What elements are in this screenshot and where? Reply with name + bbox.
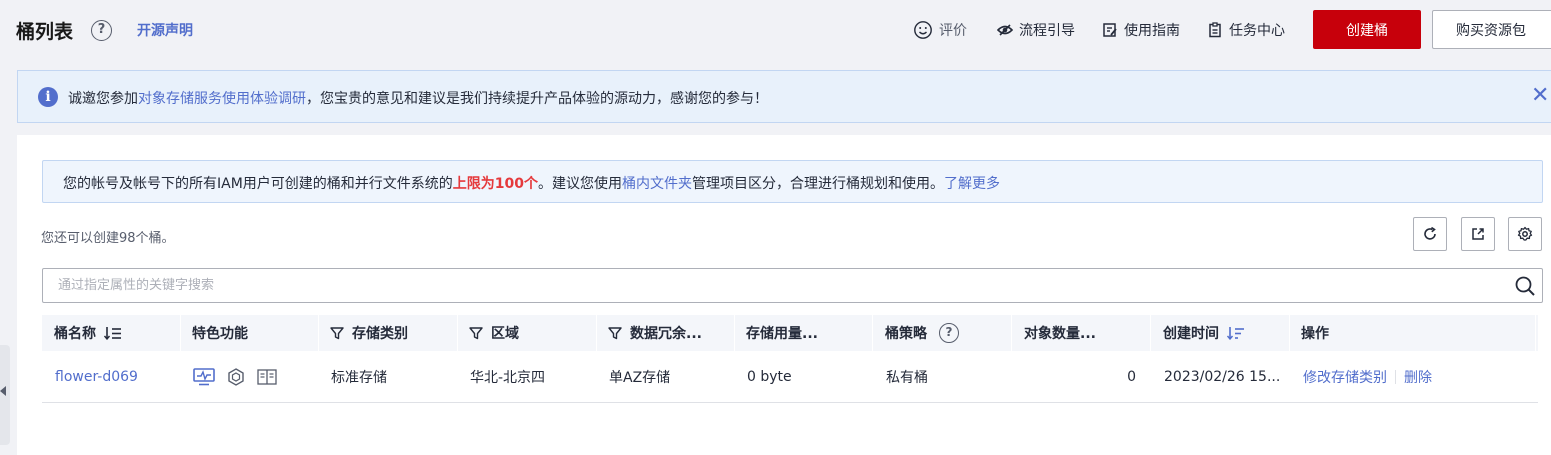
refresh-icon (1424, 226, 1436, 240)
user-guide-button[interactable]: 使用指南 (1102, 20, 1180, 40)
col-header-usage[interactable]: 存储用量... (746, 315, 818, 351)
task-center-label: 任务中心 (1229, 23, 1285, 39)
column-divider (596, 315, 597, 351)
search-icon[interactable] (1514, 275, 1536, 297)
survey-notice: i 诚邀您参加对象存储服务使用体验调研，您宝贵的意见和建议是我们持续提升产品体验… (17, 70, 1551, 123)
export-icon (1472, 228, 1484, 240)
edit-doc-icon (1103, 23, 1117, 37)
quota-text-1: 您的帐号及帐号下的所有IAM用户可创建的桶和并行文件系统的 (63, 176, 453, 192)
quota-text-3: 管理项目区分，合理进行桶规划和使用。 (692, 176, 945, 192)
usage-cell: 0 byte (747, 369, 792, 385)
learn-more-link[interactable]: 了解更多 (944, 176, 1000, 192)
bucket-name-link[interactable]: flower-d069 (55, 351, 138, 403)
delete-link[interactable]: 删除 (1404, 367, 1432, 387)
col-header-name-label: 桶名称 (54, 326, 96, 342)
col-header-created[interactable]: 创建时间 (1163, 315, 1245, 351)
hexagon-icon[interactable] (227, 368, 245, 386)
policy-help-icon[interactable]: ? (939, 323, 959, 343)
col-header-name[interactable]: 桶名称 (54, 315, 122, 351)
remaining-count-text: 您还可以创建98个桶。 (41, 231, 175, 246)
col-header-policy: 桶策略 ? (885, 315, 959, 351)
created-time-cell: 2023/02/26 15... (1164, 369, 1281, 385)
flow-guide-label: 流程引导 (1019, 23, 1075, 39)
col-header-redundancy-label: 数据冗余... (630, 326, 702, 342)
column-divider (1011, 315, 1012, 351)
page-title: 桶列表 (16, 21, 74, 43)
col-header-features: 特色功能 (192, 326, 248, 342)
smiley-icon (914, 21, 932, 39)
rate-button[interactable]: 评价 (913, 20, 967, 40)
col-header-actions: 操作 (1301, 326, 1329, 342)
col-header-storage-class[interactable]: 存储类别 (330, 315, 408, 351)
buy-package-button[interactable]: 购买资源包 (1432, 10, 1551, 49)
feature-icons (193, 351, 277, 403)
settings-button[interactable] (1508, 217, 1542, 251)
region-cell: 华北-北京四 (470, 370, 546, 386)
filter-icon[interactable] (608, 326, 622, 340)
col-header-region[interactable]: 区域 (469, 315, 519, 351)
column-divider (457, 315, 458, 351)
create-bucket-button[interactable]: 创建桶 (1313, 10, 1421, 49)
monitor-icon[interactable] (193, 368, 215, 386)
quota-limit: 上限为100个 (452, 176, 539, 192)
buy-package-label: 购买资源包 (1456, 22, 1526, 39)
user-guide-label: 使用指南 (1124, 23, 1180, 39)
info-icon: i (38, 87, 58, 107)
column-divider (1289, 315, 1290, 351)
close-icon[interactable]: ✕ (1531, 85, 1549, 107)
col-header-redundancy[interactable]: 数据冗余... (608, 315, 702, 351)
clipboard-icon (1209, 22, 1221, 38)
column-divider (734, 315, 735, 351)
column-divider (1150, 315, 1151, 351)
bucket-panel: 您的帐号及帐号下的所有IAM用户可创建的桶和并行文件系统的上限为100个。建议您… (17, 135, 1551, 455)
open-source-statement-link[interactable]: 开源声明 (137, 20, 193, 40)
chevron-left-icon[interactable] (0, 386, 6, 396)
refresh-button[interactable] (1413, 217, 1447, 251)
col-header-objects[interactable]: 对象数量... (1024, 315, 1096, 351)
rate-label: 评价 (939, 23, 967, 39)
notice-text-suffix: ，您宝贵的意见和建议是我们持续提升产品体验的源动力，感谢您的参与！ (306, 91, 768, 107)
actions-cell: 修改存储类别 删除 (1303, 351, 1432, 403)
col-header-storage-class-label: 存储类别 (352, 326, 408, 342)
filter-icon[interactable] (469, 326, 483, 340)
col-header-created-label: 创建时间 (1163, 326, 1219, 342)
notice-text: 诚邀您参加对象存储服务使用体验调研，您宝贵的意见和建议是我们持续提升产品体验的源… (68, 88, 768, 108)
modify-storage-class-link[interactable]: 修改存储类别 (1303, 367, 1387, 387)
redundancy-cell: 单AZ存储 (609, 370, 671, 386)
gear-icon (1517, 226, 1533, 241)
eye-icon (997, 24, 1013, 36)
policy-cell: 私有桶 (886, 370, 928, 386)
col-header-region-label: 区域 (491, 326, 519, 342)
column-divider (318, 315, 319, 351)
column-divider (1535, 315, 1536, 351)
page-header: 桶列表 ? 开源声明 评价 流程引导 使用指南 任务中心 创建桶 购买资源包 (0, 0, 1551, 62)
document-compare-icon[interactable] (257, 368, 277, 386)
export-button[interactable] (1461, 217, 1495, 251)
quota-text-2: 。建议您使用 (538, 176, 623, 192)
storage-class-cell: 标准存储 (331, 370, 387, 386)
quota-info-bar: 您的帐号及帐号下的所有IAM用户可创建的桶和并行文件系统的上限为100个。建议您… (42, 160, 1543, 203)
task-center-button[interactable]: 任务中心 (1207, 20, 1285, 40)
notice-text-prefix: 诚邀您参加 (68, 91, 138, 107)
folder-link[interactable]: 桶内文件夹 (622, 176, 692, 192)
table-row: flower-d069 标准存储 华北-北京四 单AZ存储 0 byte 私有桶… (42, 351, 1538, 403)
column-divider (180, 315, 181, 351)
object-count-cell: 0 (1127, 369, 1136, 385)
sort-icon[interactable] (104, 326, 122, 340)
action-separator (1395, 370, 1396, 384)
survey-link[interactable]: 对象存储服务使用体验调研 (138, 91, 306, 107)
help-icon[interactable]: ? (91, 20, 112, 41)
quota-info-text: 您的帐号及帐号下的所有IAM用户可创建的桶和并行文件系统的上限为100个。建议您… (63, 173, 1000, 193)
col-header-policy-label: 桶策略 (885, 326, 927, 342)
column-divider (872, 315, 873, 351)
sort-desc-icon[interactable] (1227, 326, 1245, 340)
search-input[interactable] (43, 269, 1503, 302)
table-header: 桶名称 特色功能 存储类别 区域 数据冗余... 存储用量... 桶策略 ? 对… (42, 315, 1538, 351)
flow-guide-button[interactable]: 流程引导 (997, 20, 1075, 40)
search-box (42, 268, 1543, 303)
filter-icon[interactable] (330, 326, 344, 340)
